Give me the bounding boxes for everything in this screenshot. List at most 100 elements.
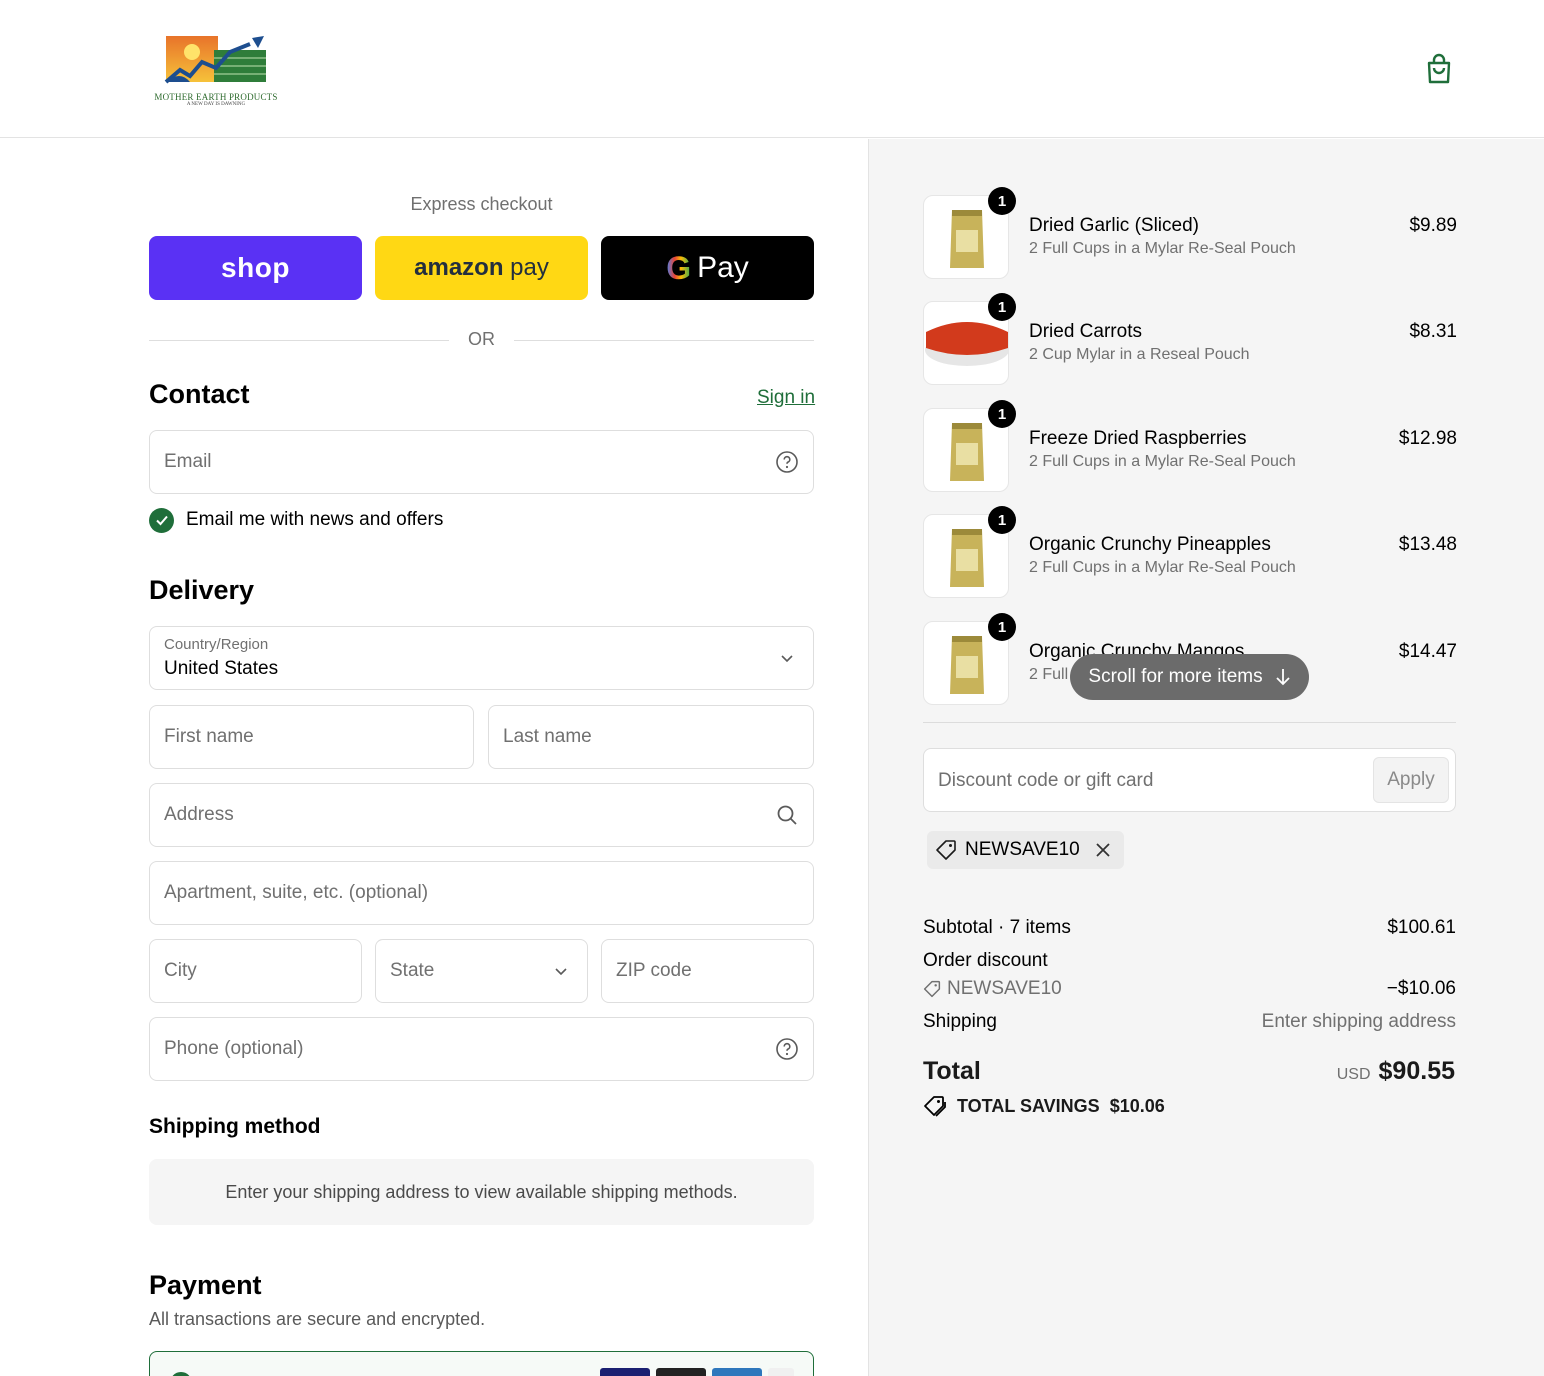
total-amount: $90.55 [1378,1057,1455,1085]
visa-card-icon [600,1368,650,1376]
savings-label: TOTAL SAVINGS [957,1095,1100,1116]
header: MOTHER EARTH PRODUCTS A NEW DAY IS DAWNI… [0,0,1544,138]
address-field[interactable]: Address [149,783,814,847]
brand-logo[interactable]: MOTHER EARTH PRODUCTS A NEW DAY IS DAWNI… [150,30,282,110]
first-name-field[interactable]: First name [149,705,474,769]
cart-item: 1 Dried Carrots 2 Cup Mylar in a Reseal Po… [923,293,1457,387]
item-name: Freeze Dried Raspberries [1029,428,1247,449]
cart-item: 1 Dried Garlic (Sliced) 2 Full Cups in a M… [923,187,1457,281]
checkmark-icon [155,515,168,526]
country-value: United States [164,658,279,679]
item-price: $14.47 [1398,641,1457,662]
total-label: Total [923,1057,981,1085]
last-name-placeholder: Last name [503,726,592,747]
email-field[interactable]: Email [149,430,814,494]
item-variant: 2 Full Cups in a Mylar Re-Seal Pouch [1029,453,1296,470]
scroll-more-button[interactable]: Scroll for more items [1070,654,1309,700]
phone-field[interactable]: Phone (optional) [149,1017,814,1081]
applied-code-label: NEWSAVE10 [965,839,1080,860]
tags-icon [924,1096,946,1117]
payment-subtitle: All transactions are secure and encrypte… [149,1309,486,1329]
order-summary: 1 Dried Garlic (Sliced) 2 Full Cups in a M… [868,139,1544,1376]
items-divider [923,722,1456,723]
subtotal-row: Subtotal · 7 items $100.61 [923,917,1456,939]
newsletter-label: Email me with news and offers [186,509,444,530]
brand-tagline: A NEW DAY IS DAWNING [186,102,246,107]
cart-button[interactable] [1422,52,1456,86]
country-select[interactable]: Country/Region United States [149,626,814,690]
email-placeholder: Email [164,451,212,472]
google-pay-label: Pay [697,251,749,284]
last-name-field[interactable]: Last name [488,705,814,769]
credit-card-option[interactable] [149,1351,814,1376]
savings-value: $10.06 [1109,1095,1165,1116]
tag-icon [923,980,941,998]
order-discount-label: Order discount [923,950,1048,971]
shipping-notice-text: Enter your shipping address to view avai… [225,1181,738,1202]
city-field[interactable]: City [149,939,362,1003]
shipping-value: Enter shipping address [1261,1011,1456,1032]
apartment-field[interactable]: Apartment, suite, etc. (optional) [149,861,814,925]
logo-graphic [164,36,266,84]
discount-code-row: NEWSAVE10 −$10.06 [923,978,1456,1004]
help-icon[interactable] [775,450,799,474]
quantity-badge: 1 [988,293,1016,321]
google-pay-button[interactable]: G Pay [601,236,814,300]
currency-label: USD [1336,1066,1371,1083]
zip-placeholder: ZIP code [616,960,692,981]
amazon-logo-text: amazon [414,254,504,281]
discount-code-label: NEWSAVE10 [947,978,1062,999]
payment-radio[interactable] [170,1372,192,1376]
shipping-row: Shipping Enter shipping address [923,1011,1456,1033]
order-discount-row: Order discount [923,950,1456,972]
chevron-down-icon [555,968,567,976]
item-name: Organic Crunchy Pineapples [1029,534,1271,555]
item-price: $13.48 [1398,534,1457,555]
express-checkout-title: Express checkout [410,194,553,214]
mastercard-icon [656,1368,706,1376]
total-savings: TOTAL SAVINGS $10.06 [923,1095,1165,1117]
applied-discount-chip: NEWSAVE10 [927,831,1124,869]
item-price: $8.31 [1409,321,1457,342]
quantity-badge: 1 [988,400,1016,428]
arrow-down-icon [1275,669,1290,686]
item-name: Dried Carrots [1029,321,1142,342]
subtotal-value: $100.61 [1387,917,1456,938]
discount-input[interactable]: Discount code or gift card Apply [923,748,1456,812]
state-select[interactable]: State [375,939,588,1003]
amex-card-icon [712,1368,762,1376]
shopping-bag-icon [1427,53,1451,84]
newsletter-checkbox[interactable] [149,507,174,533]
scroll-more-label: Scroll for more items [1088,666,1263,687]
state-placeholder: State [390,960,435,981]
subtotal-label: Subtotal · 7 items [923,917,1071,938]
apply-button[interactable]: Apply [1373,757,1449,803]
more-cards-icon [768,1368,794,1376]
country-label: Country/Region [164,636,269,653]
quantity-badge: 1 [988,187,1016,215]
amazon-pay-label: pay [510,254,549,281]
total-value: USD $90.55 [1337,1057,1455,1086]
discount-value: −$10.06 [1386,978,1456,999]
search-icon [777,805,797,825]
city-placeholder: City [164,960,197,981]
delivery-title: Delivery [149,575,255,605]
tag-icon [936,840,956,860]
google-g-icon: G [666,249,692,286]
sign-in-link[interactable]: Sign in [757,387,815,409]
shipping-method-notice: Enter your shipping address to view avai… [149,1159,814,1225]
close-icon[interactable] [1094,841,1112,859]
newsletter-option[interactable]: Email me with news and offers [149,507,443,533]
help-icon[interactable] [775,1037,799,1061]
zip-field[interactable]: ZIP code [601,939,814,1003]
item-variant: 2 Cup Mylar in a Reseal Pouch [1029,346,1250,363]
contact-title: Contact [149,379,250,409]
shop-pay-button[interactable]: shop [149,236,362,300]
item-variant: 2 Full Cups in a Mylar Re-Seal Pouch [1029,559,1296,576]
first-name-placeholder: First name [164,726,254,747]
item-price: $12.98 [1398,428,1457,449]
discount-placeholder: Discount code or gift card [938,770,1154,791]
amazon-pay-button[interactable]: amazon pay [375,236,588,300]
quantity-badge: 1 [988,613,1016,641]
address-placeholder: Address [164,804,234,825]
